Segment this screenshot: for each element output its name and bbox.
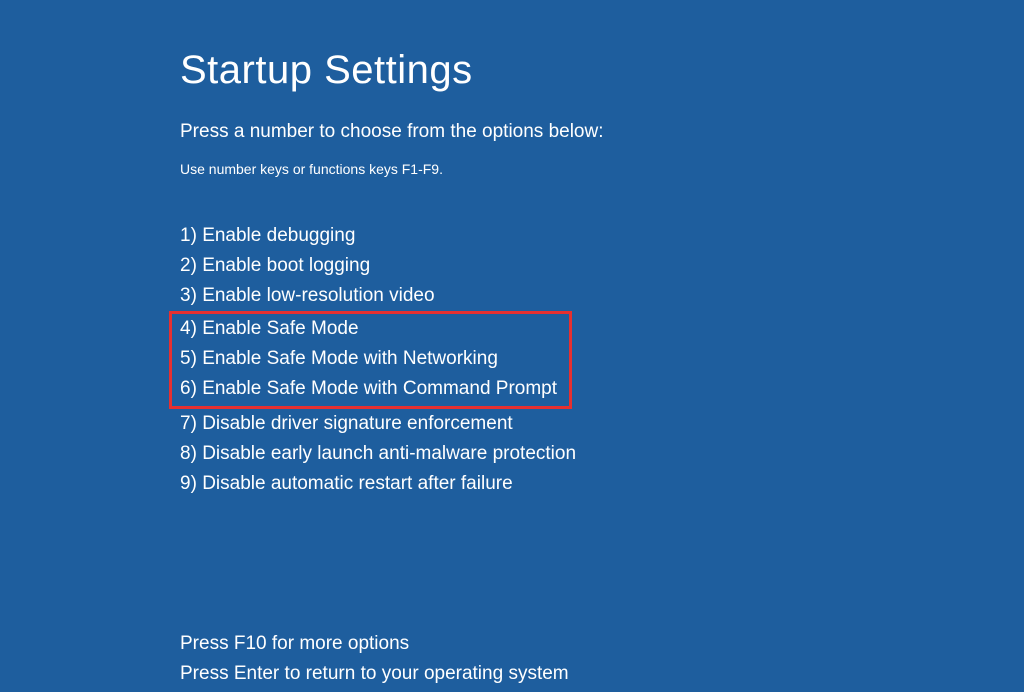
- footer-f10-hint: Press F10 for more options: [180, 629, 1024, 659]
- option-5-enable-safe-mode-networking[interactable]: 5) Enable Safe Mode with Networking: [180, 344, 557, 374]
- option-1-enable-debugging[interactable]: 1) Enable debugging: [180, 221, 1024, 251]
- options-list: 1) Enable debugging 2) Enable boot loggi…: [180, 221, 1024, 499]
- option-9-disable-automatic-restart[interactable]: 9) Disable automatic restart after failu…: [180, 469, 1024, 499]
- option-8-disable-early-launch-anti-malware[interactable]: 8) Disable early launch anti-malware pro…: [180, 439, 1024, 469]
- option-6-enable-safe-mode-command-prompt[interactable]: 6) Enable Safe Mode with Command Prompt: [180, 374, 557, 404]
- subtitle-text: Press a number to choose from the option…: [180, 121, 1024, 143]
- option-3-enable-low-resolution-video[interactable]: 3) Enable low-resolution video: [180, 281, 1024, 311]
- startup-settings-screen: Startup Settings Press a number to choos…: [0, 0, 1024, 689]
- hint-text: Use number keys or functions keys F1-F9.: [180, 161, 1024, 177]
- page-title: Startup Settings: [180, 48, 1024, 93]
- option-4-enable-safe-mode[interactable]: 4) Enable Safe Mode: [180, 314, 557, 344]
- footer-enter-hint: Press Enter to return to your operating …: [180, 659, 1024, 689]
- option-2-enable-boot-logging[interactable]: 2) Enable boot logging: [180, 251, 1024, 281]
- highlighted-safe-mode-options: 4) Enable Safe Mode 5) Enable Safe Mode …: [180, 311, 1024, 409]
- footer: Press F10 for more options Press Enter t…: [180, 629, 1024, 689]
- option-7-disable-driver-signature-enforcement[interactable]: 7) Disable driver signature enforcement: [180, 409, 1024, 439]
